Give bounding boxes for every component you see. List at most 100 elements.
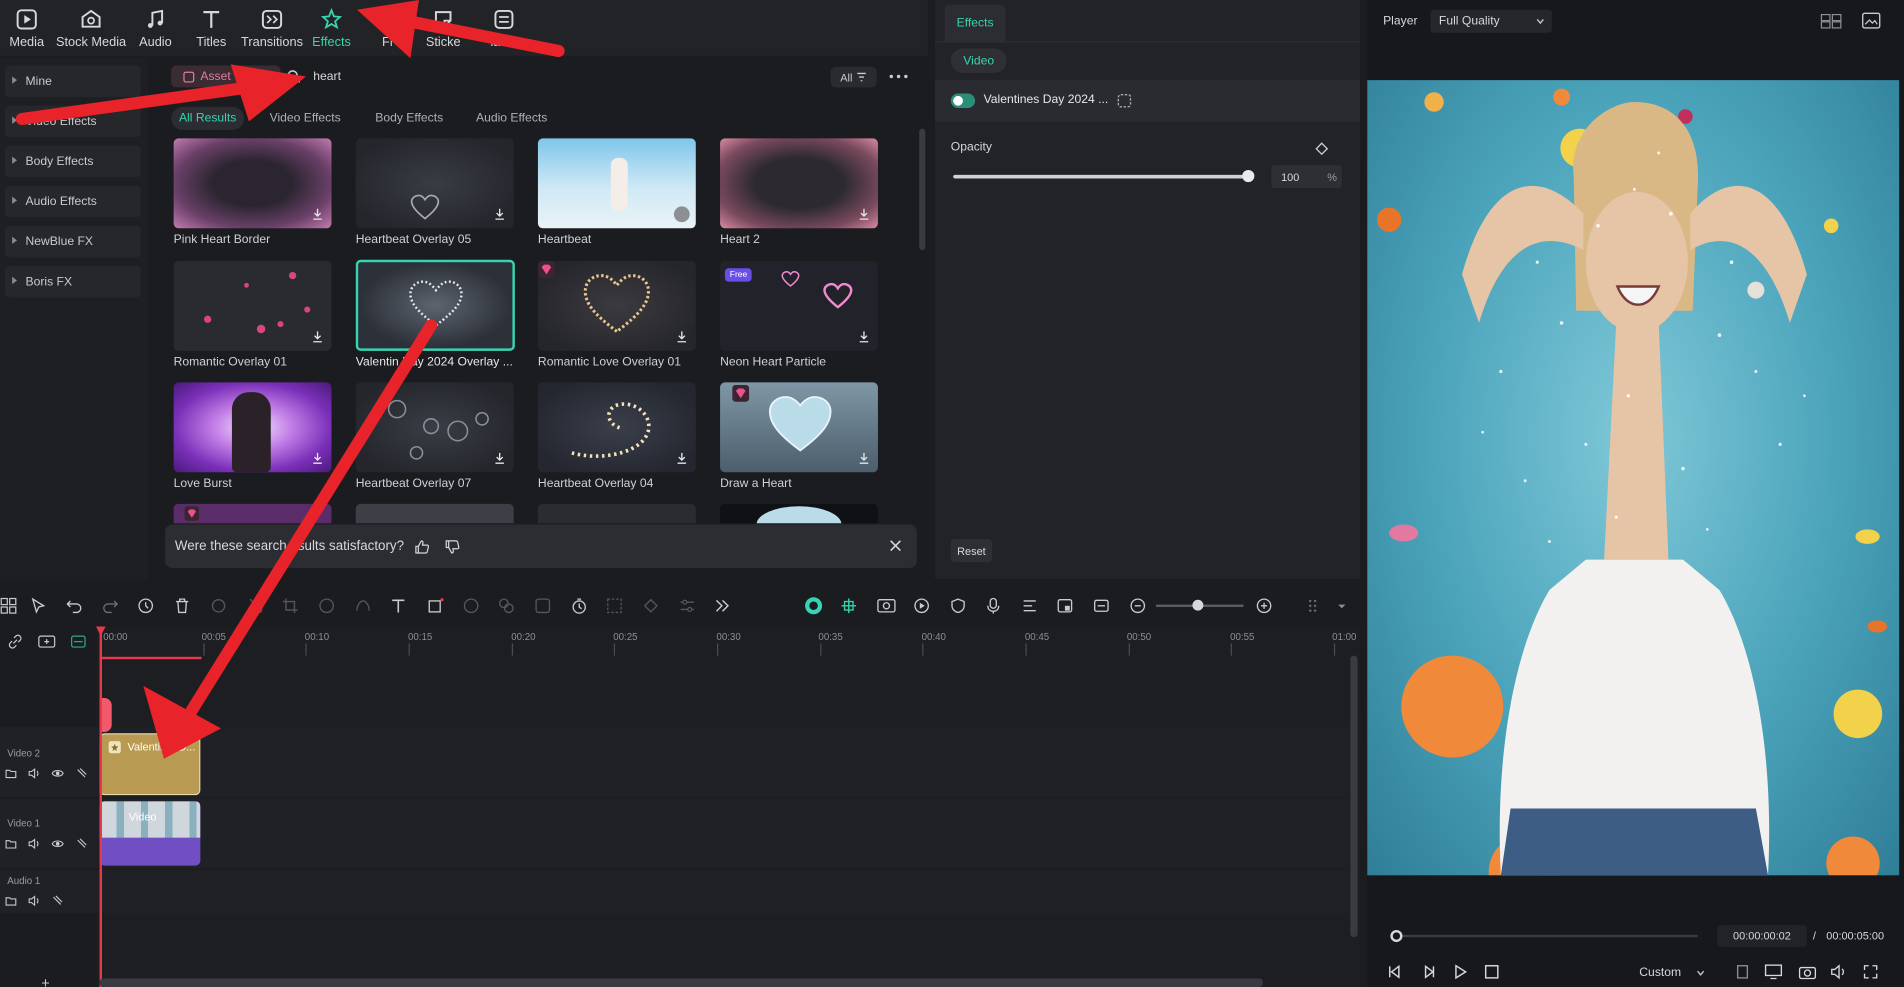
thumbs-down-icon[interactable] [444, 538, 460, 554]
opacity-slider[interactable] [953, 169, 1255, 183]
category-body-effects[interactable]: Body Effects [4, 145, 141, 178]
tab-templates[interactable]: lates [472, 7, 535, 50]
track-toggle-icon[interactable] [70, 635, 86, 648]
effect-thumb-valentines-day-2024-overlay[interactable] [355, 259, 515, 351]
subtab-audio-effects[interactable]: Audio Effects [476, 112, 547, 125]
layout-icon[interactable] [0, 597, 17, 614]
grid-view-icon[interactable] [1820, 13, 1842, 29]
category-mine[interactable]: Mine [4, 65, 141, 98]
effect-thumb-partial[interactable] [355, 503, 514, 524]
scrubber-handle[interactable] [1390, 929, 1403, 943]
display-settings-icon[interactable] [1764, 964, 1783, 980]
eye-icon[interactable] [51, 838, 64, 850]
adjust-icon[interactable] [679, 597, 696, 614]
add-track-button[interactable]: + [41, 975, 50, 987]
play-icon[interactable] [1452, 964, 1468, 980]
mark-in-icon[interactable] [1735, 964, 1750, 980]
folder-icon[interactable] [5, 838, 17, 850]
speaker-icon[interactable] [28, 767, 41, 779]
subtab-all-results[interactable]: All Results [171, 106, 245, 130]
magic-cut-icon[interactable] [137, 597, 154, 614]
fullscreen-icon[interactable] [1863, 964, 1879, 980]
more-tools-icon[interactable] [714, 597, 731, 614]
playback-tool-icon[interactable] [913, 597, 930, 614]
reset-button[interactable]: Reset [950, 539, 993, 563]
snap-icon[interactable] [840, 597, 857, 614]
category-video-effects[interactable]: Video Effects [4, 105, 141, 138]
effect-thumb-partial[interactable] [173, 503, 332, 524]
timeline-vertical-scrollbar[interactable] [1350, 655, 1358, 938]
thumbs-up-icon[interactable] [414, 538, 430, 554]
link-icon[interactable] [7, 634, 23, 650]
opacity-slider-handle[interactable] [1242, 169, 1255, 183]
lock-icon[interactable] [75, 838, 87, 850]
folder-icon[interactable] [5, 895, 17, 907]
speaker-icon[interactable] [28, 838, 41, 850]
text-tool-icon[interactable] [390, 597, 407, 614]
stop-icon[interactable] [1484, 964, 1500, 980]
lock-icon[interactable] [51, 895, 63, 907]
effect-thumb-love-burst[interactable] [173, 382, 332, 473]
more-options-icon[interactable] [889, 73, 908, 80]
tab-effects[interactable]: Effects [300, 7, 363, 50]
snapshot-image-icon[interactable] [1862, 12, 1881, 29]
effect-thumb-romantic-love-overlay-01[interactable] [537, 261, 696, 351]
category-boris-fx[interactable]: Boris FX [4, 265, 141, 298]
fit-timeline-icon[interactable] [1093, 597, 1110, 614]
zoom-slider-handle[interactable] [1192, 599, 1204, 611]
camera-icon[interactable] [1798, 964, 1817, 980]
render-icon[interactable] [804, 596, 823, 615]
rotate-icon[interactable] [463, 597, 480, 614]
asset-tab[interactable]: Asset [171, 65, 281, 88]
select-tool-icon[interactable] [30, 597, 47, 614]
category-audio-effects[interactable]: Audio Effects [4, 185, 141, 218]
volume-icon[interactable] [1830, 964, 1848, 980]
timeline-zoom-slider[interactable] [1156, 599, 1244, 611]
tab-stock-media[interactable]: Stock Media [46, 7, 136, 50]
delete-icon[interactable] [174, 597, 191, 614]
effect-thumb-pink-heart-border[interactable] [173, 138, 332, 229]
quality-dropdown[interactable]: Full Quality [1430, 9, 1552, 33]
effect-thumb-heartbeat-overlay-07[interactable] [355, 382, 514, 473]
zoom-out-icon[interactable] [1129, 597, 1146, 614]
browser-scrollbar[interactable] [919, 128, 926, 251]
shape-tool-icon[interactable] [427, 597, 444, 614]
lock-icon[interactable] [75, 767, 87, 779]
subtab-body-effects[interactable]: Body Effects [375, 112, 443, 125]
effect-thumb-heart-2[interactable] [720, 138, 878, 229]
speed-icon[interactable] [355, 597, 372, 614]
playback-scrubber[interactable] [1390, 929, 1698, 943]
speaker-icon[interactable] [28, 895, 41, 907]
playhead[interactable] [99, 627, 103, 987]
add-track-icon[interactable] [38, 635, 56, 648]
microphone-icon[interactable] [985, 597, 1002, 614]
audio-mixer-icon[interactable] [1021, 597, 1038, 614]
tab-transitions[interactable]: Transitions [234, 7, 309, 50]
timer-icon[interactable] [571, 597, 588, 614]
opacity-value[interactable]: 100 [1281, 171, 1299, 183]
sticker-tool-icon[interactable] [642, 597, 659, 614]
grid-dots-icon[interactable] [1307, 597, 1324, 614]
mask-icon[interactable] [318, 597, 335, 614]
zoom-dropdown[interactable]: Custom [1634, 963, 1709, 984]
filter-dropdown[interactable]: All [830, 66, 877, 88]
effect-thumb-heartbeat[interactable] [537, 138, 696, 229]
tab-stickers[interactable]: Sticke [412, 7, 475, 50]
ai-tool-icon[interactable] [534, 597, 551, 614]
split-icon[interactable] [210, 597, 227, 614]
auto-reframe-icon[interactable] [877, 597, 896, 614]
close-icon[interactable] [889, 539, 902, 552]
subtab-video-effects[interactable]: Video Effects [270, 112, 341, 125]
effect-thumb-partial[interactable] [537, 503, 696, 524]
effect-settings-icon[interactable] [1116, 92, 1133, 109]
tab-effects-panel[interactable]: Effects [944, 4, 1006, 42]
timeline-ruler[interactable] [100, 643, 1357, 658]
effect-thumb-heartbeat-overlay-04[interactable] [537, 382, 696, 473]
effect-toggle[interactable] [950, 93, 976, 109]
storyboard-icon[interactable] [1056, 597, 1073, 614]
effect-thumb-romantic-overlay-01[interactable] [173, 261, 332, 351]
effect-clip-valentines[interactable]: Valentin D... [99, 733, 201, 796]
previous-frame-icon[interactable] [1387, 964, 1403, 980]
tab-filters[interactable]: Fi [356, 7, 419, 50]
next-frame-icon[interactable] [1421, 964, 1437, 980]
